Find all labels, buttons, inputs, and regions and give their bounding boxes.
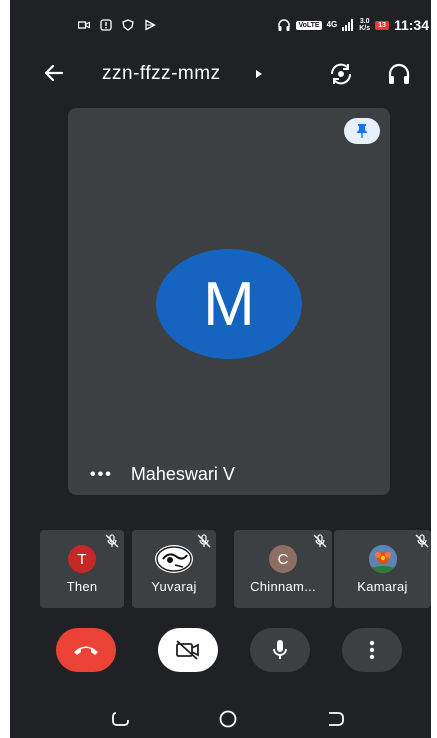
volte-badge: VoLTE	[296, 20, 322, 30]
avatar: M	[156, 249, 302, 359]
camera-off-button[interactable]	[158, 628, 218, 672]
play-icon	[145, 19, 156, 31]
participant-name: Maheswari V	[130, 464, 235, 484]
alert-icon	[100, 19, 112, 31]
speed-unit: K/s	[359, 25, 371, 32]
phone-hangup-icon	[74, 646, 98, 655]
participant-name: Yuvaraj	[151, 579, 197, 594]
participant-card[interactable]: Kamaraj	[334, 530, 431, 608]
net-speed: 3.0 K/s	[359, 18, 370, 32]
participant-card[interactable]: C Chinnam...	[234, 530, 332, 608]
participant-name: Then	[66, 579, 98, 594]
pin-button[interactable]	[344, 118, 380, 144]
sketch-icon	[156, 546, 192, 572]
participant-name: Chinnam...	[250, 579, 316, 594]
mic-off-icon	[105, 534, 119, 548]
avatar: T	[68, 545, 96, 573]
meeting-code[interactable]: zzn-ffzz-mmz	[102, 63, 221, 85]
back-arrow-icon[interactable]	[42, 61, 66, 85]
mic-off-icon	[415, 534, 429, 548]
headphones-icon[interactable]	[386, 61, 412, 87]
phone-screen: VoLTE 4G 3.0 K/s 13 11:34 zzn-ffzz-mmz M …	[10, 0, 431, 738]
microphone-icon	[273, 640, 287, 659]
more-vertical-icon	[369, 640, 375, 660]
participant-card[interactable]: Yuvaraj	[132, 530, 216, 608]
video-icon	[78, 21, 90, 29]
caret-right-icon[interactable]	[256, 70, 262, 78]
recent-apps-icon[interactable]	[110, 708, 132, 730]
meeting-header: zzn-ffzz-mmz	[10, 58, 431, 90]
more-dots-icon[interactable]: •••	[90, 466, 113, 484]
participant-card[interactable]: T Then	[40, 530, 124, 608]
mic-off-icon	[197, 534, 211, 548]
back-nav-icon[interactable]	[324, 708, 346, 730]
battery-indicator: 13	[375, 20, 389, 30]
status-bar: VoLTE 4G 3.0 K/s 13 11:34	[10, 14, 431, 38]
pin-icon	[357, 124, 367, 138]
more-options-button[interactable]	[342, 628, 402, 672]
clock: 11:34	[393, 17, 429, 33]
main-participant-tile[interactable]: M ••• Maheswari V	[68, 108, 390, 495]
flower-icon	[368, 545, 397, 573]
shield-icon	[122, 19, 134, 31]
switch-camera-icon[interactable]	[328, 61, 354, 87]
status-left-icons	[78, 19, 156, 31]
speed-value: 3.0	[359, 18, 370, 25]
network-label: 4G	[326, 20, 338, 29]
participant-name-row: ••• Maheswari V	[90, 464, 235, 485]
avatar: C	[269, 545, 297, 573]
status-right: VoLTE 4G 3.0 K/s 13 11:34	[277, 17, 429, 33]
headphones-icon	[278, 19, 291, 31]
mic-off-icon	[313, 534, 327, 548]
home-icon[interactable]	[217, 708, 239, 730]
microphone-button[interactable]	[250, 628, 310, 672]
avatar-photo	[368, 545, 397, 573]
network-type: 4G	[327, 21, 338, 29]
participant-name: Kamaraj	[357, 579, 408, 594]
signal-icon	[342, 19, 354, 31]
camera-off-icon	[176, 640, 199, 660]
navigation-bar	[10, 700, 431, 738]
avatar-photo	[155, 545, 193, 573]
end-call-button[interactable]	[56, 628, 116, 672]
